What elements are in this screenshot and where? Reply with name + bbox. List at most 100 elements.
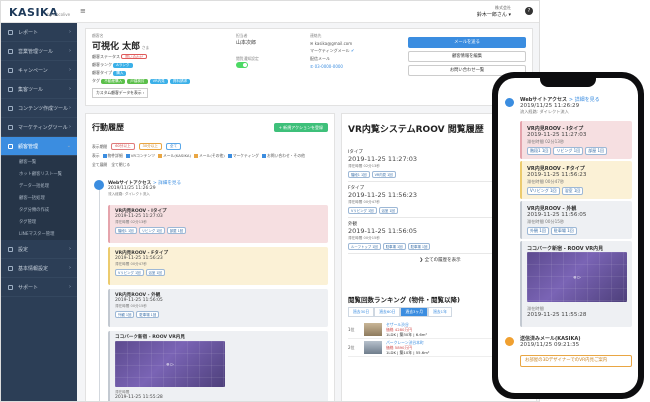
sidebar-item-support[interactable]: サポート › (1, 278, 77, 297)
sidebar-subitem-tag-manage[interactable]: タグ管理 (1, 216, 77, 228)
phone-event-web-access[interactable]: Webサイトアクセス > 詳細を見る 2019/11/25 11:26:29 流… (498, 92, 638, 119)
phone-event-mail[interactable]: 送信済みメール(KASIKA) 2019/11/25 09:21:35 (498, 331, 638, 352)
event-vr-exterior[interactable]: VR内見ROOV - 外観 2019-11-25 11:56:05 滞在時間 0… (108, 289, 328, 327)
sidebar-item-report[interactable]: レポート › (1, 23, 77, 42)
tab-30days[interactable]: 過去30日 (348, 307, 375, 317)
view-tag: 階段1 1回 (527, 147, 552, 155)
tag-chip[interactable]: 資料請求 (169, 79, 191, 84)
view-tag: 浴室 1回 (378, 207, 398, 214)
content-icon (8, 105, 13, 111)
view-tag: 駐車場 1回 (136, 311, 160, 318)
customer-icon (8, 143, 13, 149)
chip-all[interactable]: 全て (165, 143, 182, 150)
phone-screen: Webサイトアクセス > 詳細を見る 2019/11/25 11:26:29 流… (498, 78, 638, 393)
event-title: VR内見ROOV - 外観 (527, 206, 577, 212)
sidebar-subitem-tag-create[interactable]: タグ分類の作成 (1, 204, 77, 216)
edit-customer-button[interactable]: 顧客情報を編集 (408, 51, 526, 62)
sidebar-subitem-customer-batch[interactable]: 顧客一括処理 (1, 192, 77, 204)
expand-all-link[interactable]: 全て展開 (92, 162, 107, 168)
sidebar-item-customer[interactable]: 顧客管理 ⌄ (1, 137, 77, 156)
event-time: 2019-11-25 11:55:28 (527, 312, 587, 318)
event-time: 2019-11-25 11:56:23 (527, 172, 587, 178)
event-vr-cocopark[interactable]: ココバーク新宿 - ROOV VR内見 ⊕ ▷ 滞在時間 2019-11-25 … (108, 331, 328, 401)
event-web-access[interactable]: Webサイトアクセス > 詳細を見る 2019/11/25 11:26:29 流… (108, 180, 328, 197)
sidebar-item-info[interactable]: 基本情報設定 › (1, 259, 77, 278)
tag-chip[interactable]: 戸建検討 (127, 79, 148, 84)
tab-60days[interactable]: 過去60日 (374, 307, 401, 317)
tab-1year[interactable]: 過去1年 (428, 307, 452, 317)
user-menu[interactable]: 株式会社 鈴木一郎さん ▾ (477, 5, 511, 18)
check-mail-kasika[interactable]: メール(KASIKA) (158, 153, 191, 159)
send-mail-button[interactable]: メールを送る (408, 37, 526, 48)
sidebar-subitem-line-master[interactable]: LINEマスター管理 (1, 228, 77, 240)
mail-guide-button[interactable]: お部屋の3DデザイナーでのVR内見ご案内 (520, 355, 632, 367)
phone-row[interactable]: ✆ 03-0000-0000 (310, 64, 354, 69)
phone-event-vr-i[interactable]: VR内見ROOV - Iタイプ 2019-11-25 11:27:03 滞在時間… (520, 121, 632, 159)
chevron-down-icon: ⌄ (66, 143, 71, 149)
view-tag: Vリビング 1回 (115, 269, 144, 276)
chip-60min[interactable]: 60分以上 (111, 143, 135, 150)
sidebar-item-label: 設定 (18, 246, 29, 253)
phone-event-vr-exterior[interactable]: VR内見ROOV - 外観 2019-11-25 11:56:05 滞在時間 0… (520, 201, 632, 239)
report-icon (8, 29, 13, 35)
view-tag: Vリビング 1回 (348, 207, 377, 214)
vr-thumbnail[interactable]: ⊕ ▷ (527, 252, 627, 302)
tag-chip[interactable]: 不動産購入 (101, 79, 126, 84)
desktop-window: KASIKA by Cocolive ≡ 株式会社 鈴木一郎さん ▾ ? レポー… (0, 0, 540, 402)
event-duration: 00分15秒 (545, 219, 565, 224)
period-label: 表示期間 (92, 143, 108, 149)
attract-icon (8, 86, 13, 92)
chip-30min[interactable]: 30分以上 (138, 143, 162, 150)
sidebar-item-campaign[interactable]: キャンペーン › (1, 61, 77, 80)
custom-data-button[interactable]: カスタム顧客データを表示 › (92, 88, 149, 98)
email-value: kasika@gmail.com (314, 41, 353, 46)
sidebar-item-attract[interactable]: 集客ツール › (1, 80, 77, 99)
event-vr-f-type[interactable]: VR内見ROOV - Fタイプ 2019-11-25 11:56:23 滞在時間… (108, 247, 328, 285)
check-inquiry[interactable]: お問い合わせ・その他 (261, 153, 305, 159)
phone-event-vr-f[interactable]: VR内見ROOV - Fタイプ 2019-11-25 11:56:23 滞在時間… (520, 161, 632, 199)
check-mail-other[interactable]: メール(その他) (193, 153, 225, 159)
sidebar-subitem-hot-list[interactable]: ホット顧客リスト一覧 (1, 168, 77, 180)
view-tag: リビング 1回 (553, 147, 584, 155)
view-tag: 駐車場 1回 (382, 243, 406, 250)
sidebar-subitem-customer-list[interactable]: 顧客一覧 (1, 156, 77, 168)
detail-link[interactable]: > 詳細を見る (153, 181, 181, 186)
tab-3months[interactable]: 過去3ヶ月 (400, 307, 429, 317)
chevron-right-icon: › (69, 246, 71, 252)
sidebar-subitem-data-batch[interactable]: データ一括処理 (1, 180, 77, 192)
check-marketing[interactable]: マーケティング (227, 153, 259, 159)
phone-event-cocopark[interactable]: ココバーク新宿 - ROOV VR内見 ⊕ ▷ 滞在時間 2019-11-25 … (520, 241, 632, 327)
chevron-right-icon: › (69, 29, 71, 35)
vr-thumbnail[interactable]: ⊕ ▷ (115, 341, 225, 387)
sidebar-item-content[interactable]: コンテンツ作成ツール › (1, 99, 77, 118)
event-vr-i-type[interactable]: VR内見ROOV - Iタイプ 2019-11-25 11:27:03 滞在時間… (108, 205, 328, 243)
event-time: 2019-11-25 11:56:23 (115, 256, 163, 261)
help-icon[interactable]: ? (525, 7, 533, 15)
property-info: 1LDK | 築30年 | 6.6m² (386, 332, 428, 337)
add-action-button[interactable]: + 新規アクションを登録 (273, 123, 328, 132)
event-duration: 02分13秒 (130, 220, 147, 224)
sidebar-item-settings[interactable]: 設定 › (1, 240, 77, 259)
menu-toggle-icon[interactable]: ≡ (80, 7, 86, 15)
check-property[interactable]: 物件詳細 (102, 153, 123, 159)
smartphone-frame: Webサイトアクセス > 詳細を見る 2019/11/25 11:26:29 流… (492, 72, 644, 399)
chevron-right-icon: › (69, 105, 71, 111)
sidebar-item-marketing[interactable]: マーケティングツール › (1, 118, 77, 137)
collapse-all-link[interactable]: 全て閉じる (111, 162, 130, 168)
event-meta: 流入経路: ダイレクト流入 (520, 109, 569, 114)
email-row[interactable]: ✉ kasika@gmail.com (310, 41, 354, 46)
vr-item-duration: 02分13秒 (363, 164, 380, 168)
stage-badge: 問い合わせ (121, 54, 148, 59)
notify-toggle[interactable] (236, 62, 248, 68)
sidebar-item-sales[interactable]: 営業管理ツール › (1, 42, 77, 61)
honorific: さま (141, 45, 150, 50)
event-time: 2019-11-25 11:27:03 (527, 132, 587, 138)
mail-icon: ✉ (310, 41, 314, 46)
marketing-icon (8, 124, 13, 130)
check-vr[interactable]: VRコンテンツ (125, 153, 155, 159)
event-time: 2019-11-25 11:56:05 (527, 212, 587, 218)
sidebar-item-label: サポート (18, 284, 39, 291)
activity-history-card: 行動履歴 + 新規アクションを登録 表示期間 60分以上 30分以上 全て 表示… (85, 113, 335, 401)
tag-chip[interactable]: VR内見 (149, 79, 168, 84)
event-time: 2019-11-25 11:56:05 (115, 298, 163, 303)
